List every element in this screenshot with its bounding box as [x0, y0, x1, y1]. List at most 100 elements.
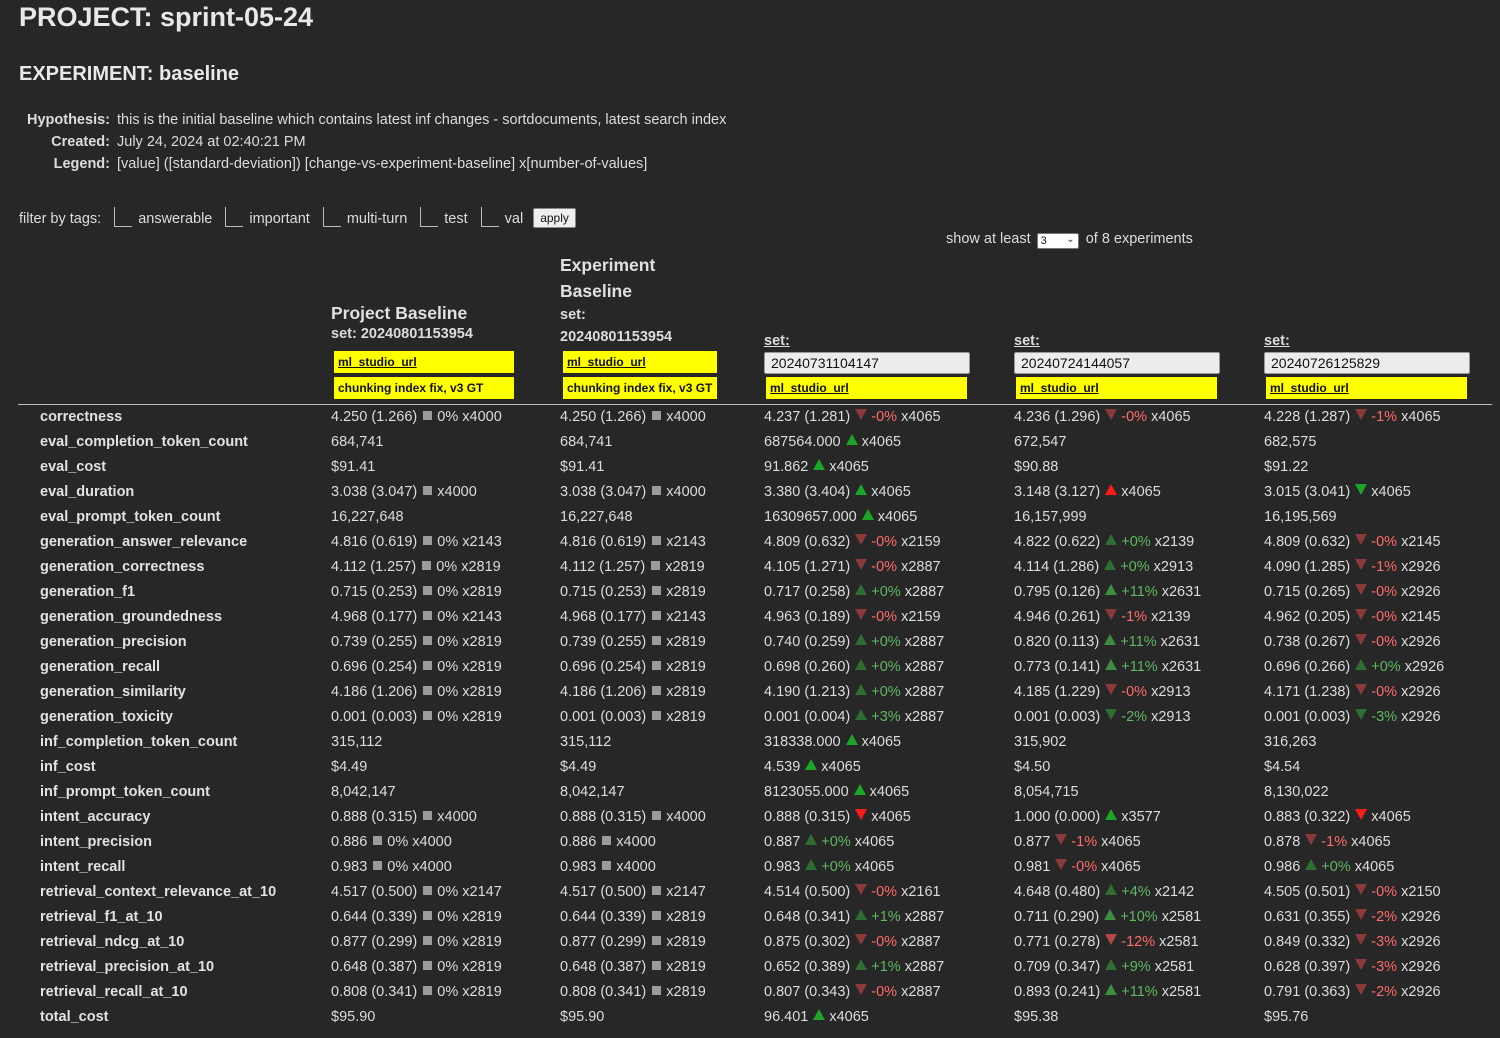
set-id-field[interactable]: 20240731104147	[764, 352, 970, 374]
metric-value: 16,227,648	[331, 509, 404, 525]
metric-cell: 4.816 (0.619) x2143	[560, 534, 706, 550]
triangle-down-icon	[1355, 534, 1368, 545]
metric-value: 0.808 (0.341)	[331, 984, 418, 1000]
value-count: x2631	[1161, 584, 1202, 600]
metric-cell: 682,575	[1264, 434, 1316, 450]
change-percent: -1%	[1321, 834, 1348, 850]
apply-button[interactable]: apply	[533, 208, 576, 228]
tag-label-multi-turn: multi-turn	[346, 211, 408, 227]
change-percent: -0%	[1371, 609, 1398, 625]
change-percent: +11%	[1121, 584, 1158, 600]
value-count: x2913	[1151, 709, 1191, 725]
metric-name: inf_cost	[40, 759, 96, 775]
no-change-square-icon	[423, 686, 433, 695]
metric-cell: 4.963 (0.189) -0% x2159	[764, 609, 941, 625]
min-experiments-select[interactable]: 3 ⌄	[1036, 233, 1079, 249]
chevron-down-icon: ⌄	[1066, 234, 1075, 245]
triangle-down-icon	[1355, 709, 1368, 720]
metric-value: 0.888 (0.315)	[331, 809, 418, 825]
metric-cell: 0.652 (0.389) +1% x2887	[764, 959, 944, 975]
ml-studio-url-link[interactable]: ml_studio_url	[766, 377, 967, 399]
value-count: x2819	[666, 934, 706, 950]
metric-cell: 0.709 (0.347) +9% x2581	[1014, 959, 1194, 975]
tag-label-important: important	[249, 211, 310, 227]
tag-checkbox-multi-turn[interactable]	[322, 207, 341, 227]
no-change-square-icon	[373, 861, 383, 870]
metric-cell: 16,195,569	[1264, 509, 1337, 525]
ml-studio-url-link[interactable]: ml_studio_url	[334, 351, 514, 373]
change-percent: +0%	[1121, 534, 1151, 550]
tag-checkbox-val[interactable]	[480, 207, 499, 227]
metric-cell: 0.648 (0.387) 0% x2819	[331, 959, 502, 975]
value-count: x2159	[901, 609, 941, 625]
change-percent: -0%	[871, 984, 898, 1000]
change-percent: +11%	[1121, 659, 1158, 675]
metric-cell: 4.648 (0.480) +4% x2142	[1014, 884, 1194, 900]
set-id-field[interactable]: 20240724144057	[1014, 352, 1220, 374]
metric-cell: $90.88	[1014, 459, 1058, 475]
value-count: x2887	[904, 709, 945, 725]
metric-cell: 3.038 (3.047) x4000	[331, 484, 477, 500]
change-percent: 0%	[437, 909, 459, 925]
metric-cell: 16,227,648	[331, 509, 404, 525]
triangle-down-icon	[855, 884, 868, 895]
triangle-up-icon	[813, 1009, 826, 1020]
hypothesis-key: Hypothesis:	[27, 112, 110, 128]
metric-name: retrieval_precision_at_10	[40, 959, 215, 975]
metric-cell: 4.105 (1.271) -0% x2887	[764, 559, 941, 575]
metric-cell: 0.715 (0.253) 0% x2819	[331, 584, 502, 600]
metric-value: 0.893 (0.241)	[1014, 984, 1101, 1000]
legend-line: Legend: [value] ([standard-deviation]) [c…	[10, 156, 910, 178]
metric-cell: 4.112 (1.257) x2819	[560, 559, 705, 575]
no-change-square-icon	[423, 886, 433, 895]
metric-cell: 0.631 (0.355) -2% x2926	[1264, 909, 1441, 925]
change-percent: -3%	[1371, 709, 1398, 725]
metric-value: 4.809 (0.632)	[1264, 534, 1351, 550]
tag-checkbox-test[interactable]	[420, 207, 439, 227]
metric-value: 0.648 (0.341)	[764, 909, 851, 925]
value-count: x2819	[462, 909, 502, 925]
tag-checkbox-important[interactable]	[225, 207, 244, 227]
tag-checkbox-answerable[interactable]	[114, 207, 133, 227]
column-set-label: set:	[1014, 333, 1040, 349]
set-id-field[interactable]: 20240726125829	[1264, 352, 1470, 374]
metric-value: 0.887	[764, 834, 801, 850]
triangle-down-icon	[1105, 684, 1118, 695]
no-change-square-icon	[651, 561, 661, 570]
value-count: x4065	[1121, 484, 1161, 500]
value-count: x2819	[462, 709, 502, 725]
change-percent: 0%	[437, 609, 459, 625]
triangle-up-icon	[1105, 809, 1118, 820]
no-change-square-icon	[652, 986, 662, 995]
ml-studio-url-link[interactable]: ml_studio_url	[1266, 377, 1467, 399]
metric-name: retrieval_f1_at_10	[40, 909, 163, 925]
ml-studio-url-link[interactable]: ml_studio_url	[563, 351, 717, 373]
metric-value: 4.822 (0.622)	[1014, 534, 1101, 550]
metric-cell: 0.711 (0.290) +10% x2581	[1014, 909, 1201, 925]
value-count: x4000	[616, 834, 656, 850]
triangle-up-icon	[1105, 959, 1118, 970]
triangle-up-icon	[861, 509, 874, 520]
metric-cell: 0.001 (0.004) +3% x2887	[764, 709, 944, 725]
value-count: x2926	[1401, 584, 1441, 600]
metric-value: $91.22	[1264, 459, 1309, 475]
change-percent: 0%	[437, 534, 459, 550]
value-count: x2913	[1153, 559, 1194, 575]
triangle-down-icon	[855, 809, 868, 820]
metric-value: 4.946 (0.261)	[1014, 609, 1101, 625]
change-percent: -0%	[1371, 684, 1398, 700]
ml-studio-url-link[interactable]: ml_studio_url	[1016, 377, 1217, 399]
value-count: x4065	[869, 784, 910, 800]
metric-value: 316,263	[1264, 734, 1317, 750]
triangle-down-icon	[855, 609, 868, 620]
metric-value: 4.185 (1.229)	[1014, 684, 1101, 700]
metric-cell: 0.983 x4000	[560, 859, 656, 875]
triangle-down-icon	[1105, 934, 1118, 945]
value-count: x4065	[1401, 409, 1441, 425]
metric-cell: 0.981 -0% x4065	[1014, 859, 1141, 875]
metric-cell: 0.820 (0.113) +11% x2631	[1014, 634, 1200, 650]
metric-cell: 0.696 (0.266) +0% x2926	[1264, 659, 1444, 675]
value-count: x4065	[1101, 834, 1141, 850]
metric-cell: $95.90	[560, 1009, 604, 1025]
change-percent: 0%	[436, 559, 458, 575]
